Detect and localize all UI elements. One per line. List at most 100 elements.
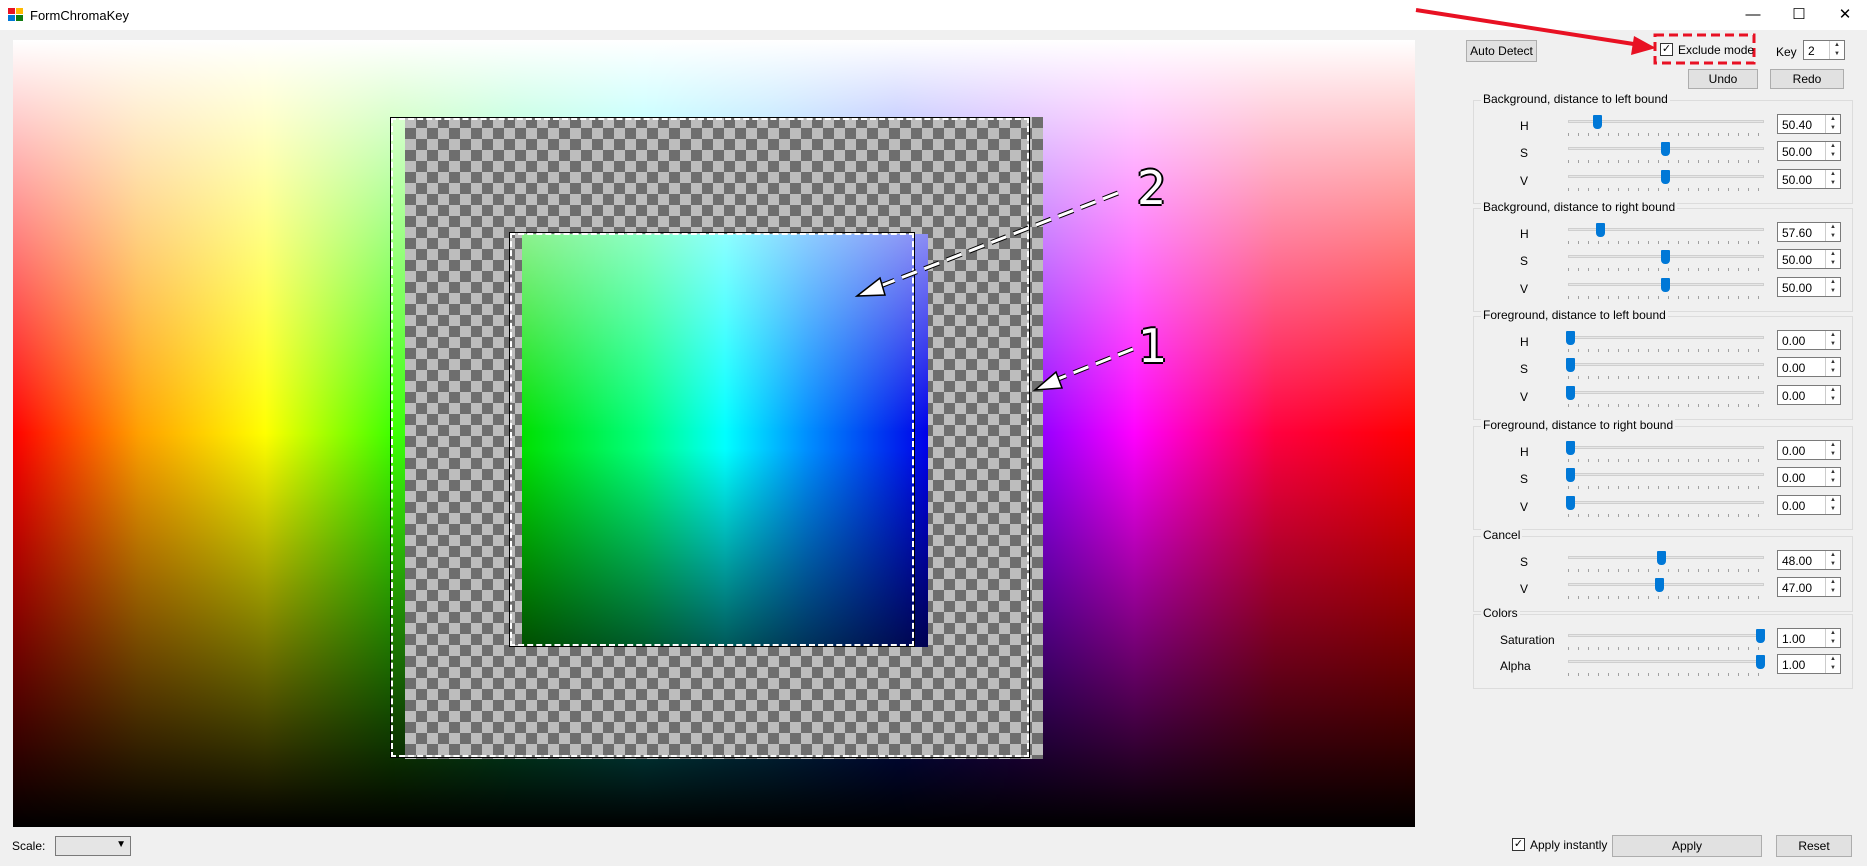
scale-dropdown[interactable]: ▼ <box>55 836 131 856</box>
slider-track[interactable] <box>1568 583 1764 586</box>
key-spinbox[interactable]: 2 ▲ ▼ <box>1803 40 1845 60</box>
slider-track[interactable] <box>1568 660 1764 663</box>
scale-label: Scale: <box>12 839 46 853</box>
close-button[interactable]: ✕ <box>1822 0 1867 30</box>
slider-label: S <box>1520 254 1529 268</box>
spin-arrows-icon[interactable]: ▲ ▼ <box>1825 142 1840 160</box>
value-spinbox[interactable]: 0.00 ▲ ▼ <box>1777 385 1841 405</box>
spin-arrows-icon[interactable]: ▲ ▼ <box>1825 358 1840 376</box>
group-title: Background, distance to right bound <box>1481 200 1678 214</box>
spin-arrows-icon[interactable]: ▲ ▼ <box>1825 278 1840 296</box>
spin-arrows-icon[interactable]: ▲ ▼ <box>1825 578 1840 596</box>
slider-label: V <box>1520 390 1529 404</box>
slider-thumb[interactable] <box>1566 386 1575 400</box>
apply-instantly-label: Apply instantly <box>1530 838 1608 852</box>
slider-thumb[interactable] <box>1566 331 1575 345</box>
inner-dashed-frame <box>509 232 915 647</box>
spin-arrows-icon[interactable]: ▲ ▼ <box>1825 655 1840 673</box>
slider-label: V <box>1520 174 1529 188</box>
slider-track[interactable] <box>1568 391 1764 394</box>
exclude-mode-checkbox[interactable]: ✓ <box>1660 43 1673 56</box>
spin-arrows-icon[interactable]: ▲ ▼ <box>1825 331 1840 349</box>
slider-label: V <box>1520 582 1529 596</box>
slider-thumb[interactable] <box>1596 223 1606 237</box>
maximize-button[interactable]: ☐ <box>1776 0 1822 30</box>
slider-thumb[interactable] <box>1566 468 1575 482</box>
slider-track[interactable] <box>1568 473 1764 476</box>
spin-arrows-icon[interactable]: ▲ ▼ <box>1825 170 1840 188</box>
slider-ticks <box>1568 133 1764 136</box>
slider-ticks <box>1568 459 1764 462</box>
slider-thumb[interactable] <box>1655 578 1665 592</box>
reset-button[interactable]: Reset <box>1776 835 1852 857</box>
minimize-button[interactable]: — <box>1730 0 1776 30</box>
slider-ticks <box>1568 514 1764 517</box>
spin-arrows-icon[interactable]: ▲ ▼ <box>1825 386 1840 404</box>
spin-arrows-icon[interactable]: ▲ ▼ <box>1825 250 1840 268</box>
spin-arrows-icon[interactable]: ▲ ▼ <box>1825 441 1840 459</box>
spin-arrows-icon[interactable]: ▲ ▼ <box>1825 551 1840 569</box>
slider-thumb[interactable] <box>1566 496 1575 510</box>
value-spinbox[interactable]: 50.00 ▲ ▼ <box>1777 249 1841 269</box>
slider-ticks <box>1568 596 1764 599</box>
apply-button[interactable]: Apply <box>1612 835 1762 857</box>
annotation-label-2: 2 <box>1137 161 1167 215</box>
slider-thumb[interactable] <box>1661 278 1670 292</box>
auto-detect-button[interactable]: Auto Detect <box>1466 40 1537 62</box>
value-spinbox[interactable]: 0.00 ▲ ▼ <box>1777 330 1841 350</box>
redo-button[interactable]: Redo <box>1770 69 1844 89</box>
slider-label: V <box>1520 500 1529 514</box>
slider-ticks <box>1568 569 1764 572</box>
slider-thumb[interactable] <box>1657 551 1667 565</box>
slider-label: H <box>1520 445 1529 459</box>
spin-arrows-icon[interactable]: ▲ ▼ <box>1825 468 1840 486</box>
group-title: Cancel <box>1481 528 1523 542</box>
slider-label: S <box>1520 146 1529 160</box>
value-spinbox[interactable]: 47.00 ▲ ▼ <box>1777 577 1841 597</box>
slider-track[interactable] <box>1568 363 1764 366</box>
undo-button[interactable]: Undo <box>1688 69 1758 89</box>
spin-arrows-icon[interactable]: ▲ ▼ <box>1825 496 1840 514</box>
slider-label: H <box>1520 119 1529 133</box>
slider-ticks <box>1568 188 1764 191</box>
value-spinbox[interactable]: 0.00 ▲ ▼ <box>1777 495 1841 515</box>
apply-instantly-checkbox[interactable]: ✓ <box>1512 838 1525 851</box>
app-icon <box>8 8 24 22</box>
slider-thumb[interactable] <box>1661 250 1670 264</box>
value-spinbox[interactable]: 48.00 ▲ ▼ <box>1777 550 1841 570</box>
settings-group <box>1473 536 1853 612</box>
value-spinbox[interactable]: 50.40 ▲ ▼ <box>1777 114 1841 134</box>
value-spinbox[interactable]: 50.00 ▲ ▼ <box>1777 141 1841 161</box>
slider-thumb[interactable] <box>1756 629 1765 643</box>
value-spinbox[interactable]: 57.60 ▲ ▼ <box>1777 222 1841 242</box>
slider-thumb[interactable] <box>1566 441 1575 455</box>
slider-thumb[interactable] <box>1661 170 1670 184</box>
title-bar: FormChromaKey — ☐ ✕ <box>0 0 1867 30</box>
spin-arrows-icon[interactable]: ▲ ▼ <box>1825 223 1840 241</box>
slider-label: Saturation <box>1500 633 1555 647</box>
spin-arrows-icon[interactable]: ▲ ▼ <box>1825 115 1840 133</box>
spin-arrows-icon[interactable]: ▲ ▼ <box>1825 629 1840 647</box>
slider-thumb[interactable] <box>1756 655 1765 669</box>
slider-label: S <box>1520 472 1529 486</box>
settings-group <box>1473 614 1853 689</box>
slider-track[interactable] <box>1568 501 1764 504</box>
slider-track[interactable] <box>1568 336 1764 339</box>
value-spinbox[interactable]: 50.00 ▲ ▼ <box>1777 277 1841 297</box>
value-spinbox[interactable]: 50.00 ▲ ▼ <box>1777 169 1841 189</box>
value-spinbox[interactable]: 1.00 ▲ ▼ <box>1777 654 1841 674</box>
annotation-label-1: 1 <box>1138 319 1168 373</box>
group-title: Foreground, distance to right bound <box>1481 418 1676 432</box>
slider-thumb[interactable] <box>1661 142 1670 156</box>
group-title: Colors <box>1481 606 1520 620</box>
slider-ticks <box>1568 268 1764 271</box>
value-spinbox[interactable]: 0.00 ▲ ▼ <box>1777 440 1841 460</box>
value-spinbox[interactable]: 0.00 ▲ ▼ <box>1777 467 1841 487</box>
value-spinbox[interactable]: 0.00 ▲ ▼ <box>1777 357 1841 377</box>
slider-track[interactable] <box>1568 446 1764 449</box>
slider-thumb[interactable] <box>1592 115 1602 129</box>
slider-track[interactable] <box>1568 634 1764 637</box>
slider-thumb[interactable] <box>1566 358 1575 372</box>
slider-label: H <box>1520 227 1529 241</box>
value-spinbox[interactable]: 1.00 ▲ ▼ <box>1777 628 1841 648</box>
